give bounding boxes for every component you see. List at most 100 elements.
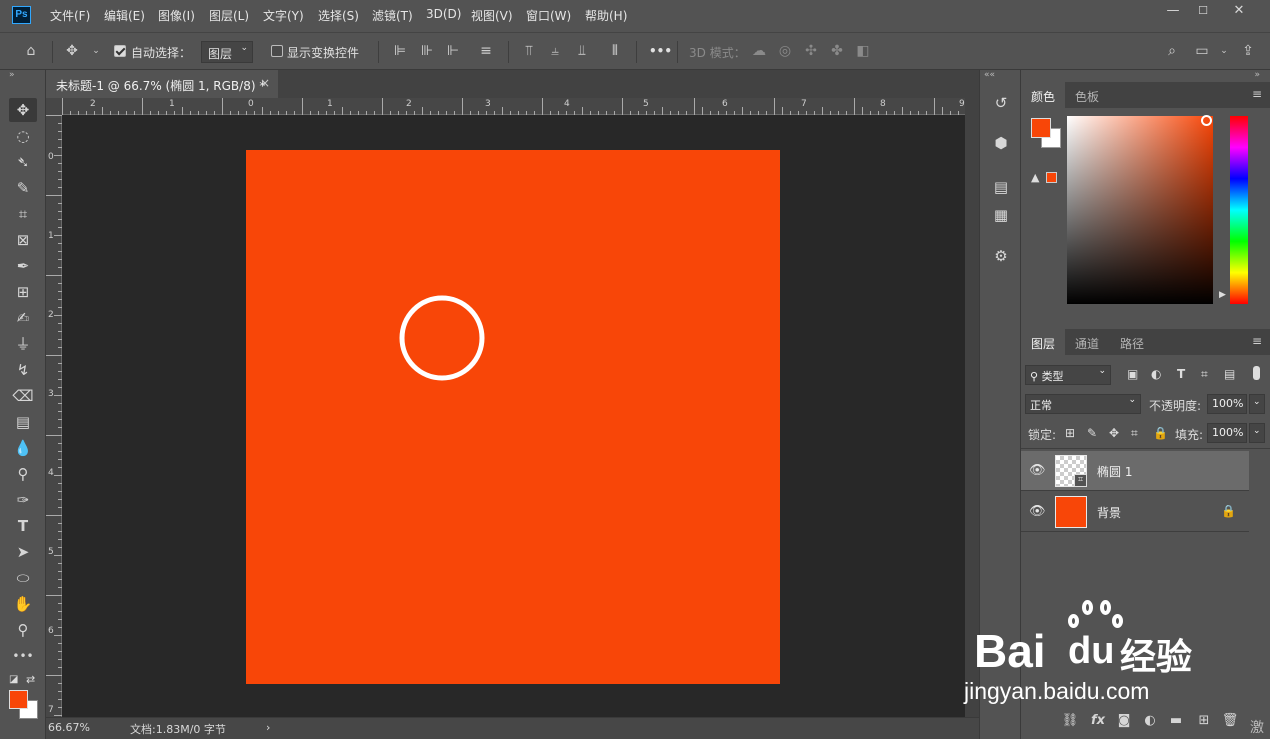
layer-name[interactable]: 背景 (1097, 504, 1121, 521)
menu-view[interactable]: 视图(V) (471, 7, 513, 24)
ellipse-shape[interactable] (399, 295, 485, 381)
blur-tool-icon[interactable]: 💧 (9, 436, 37, 460)
notes-panel-icon[interactable]: ▦ (990, 204, 1012, 226)
layer-row[interactable]: 👁 ⌗ 椭圆 1 (1021, 451, 1249, 491)
paths-panel-icon[interactable]: ⚙ (990, 245, 1012, 267)
lock-all-icon[interactable]: 🔒 (1153, 426, 1168, 440)
healing-brush-tool-icon[interactable]: ⊞ (9, 280, 37, 304)
menu-type[interactable]: 文字(Y) (263, 7, 304, 24)
menu-help[interactable]: 帮助(H) (585, 7, 627, 24)
collapse-icon[interactable]: » (9, 70, 15, 80)
opacity-dropdown-icon[interactable]: ⌄ (1249, 394, 1265, 414)
folder-icon[interactable]: ▬ (1167, 712, 1185, 730)
auto-select-target-dropdown[interactable]: 图层 ⌄ (201, 41, 253, 63)
brush-tool-icon[interactable]: ✍ (9, 306, 37, 330)
document-tab[interactable]: 未标题-1 @ 66.7% (椭圆 1, RGB/8) * (46, 70, 278, 98)
properties-panel-icon[interactable]: ▤ (990, 176, 1012, 198)
trash-icon[interactable]: 🗑 (1221, 712, 1239, 730)
home-icon[interactable]: ⌂ (22, 42, 40, 60)
3d-panel-icon[interactable]: ⬢ (990, 132, 1012, 154)
history-brush-tool-icon[interactable]: ↯ (9, 358, 37, 382)
align-top-icon[interactable]: ⫪ (520, 42, 538, 60)
lock-position-icon[interactable]: ✥ (1109, 426, 1119, 440)
zoom-level[interactable]: 66.67% (48, 721, 90, 734)
eraser-tool-icon[interactable]: ⌫ (9, 384, 37, 408)
search-icon[interactable]: ⌕ (1163, 42, 1181, 60)
chevron-down-icon[interactable]: ⌄ (1215, 42, 1233, 60)
distribute-icon[interactable]: ≡ (477, 42, 495, 60)
menu-layer[interactable]: 图层(L) (209, 7, 249, 24)
show-transform-checkbox[interactable] (271, 45, 283, 57)
eyedropper-tool-icon[interactable]: ✒ (9, 254, 37, 278)
pen-tool-icon[interactable]: ✑ (9, 488, 37, 512)
marquee-tool-icon[interactable]: ◌ (9, 124, 37, 148)
zoom-tool-icon[interactable]: ⚲ (9, 618, 37, 642)
menu-window[interactable]: 窗口(W) (526, 7, 571, 24)
filter-pixel-icon[interactable]: ▣ (1127, 367, 1138, 381)
layer-name[interactable]: 椭圆 1 (1097, 463, 1132, 480)
filter-shape-icon[interactable]: ⌗ (1201, 367, 1208, 382)
close-button[interactable]: ✕ (1226, 2, 1252, 20)
menu-filter[interactable]: 滤镜(T) (372, 7, 413, 24)
align-right-icon[interactable]: ⊩ (444, 42, 462, 60)
align-left-icon[interactable]: ⊫ (391, 42, 409, 60)
new-layer-icon[interactable]: ⊞ (1195, 712, 1213, 730)
align-center-icon[interactable]: ⊪ (418, 42, 436, 60)
workspace-icon[interactable]: ▭ (1193, 42, 1211, 60)
history-panel-icon[interactable]: ↺ (990, 92, 1012, 114)
move-tool-icon[interactable]: ✥ (9, 98, 37, 122)
visibility-eye-icon[interactable]: 👁 (1029, 504, 1046, 519)
mask-icon[interactable]: ◙ (1115, 712, 1133, 730)
pasteboard[interactable] (62, 115, 965, 717)
link-icon[interactable]: ⛓ (1061, 712, 1079, 730)
move-tool-icon[interactable]: ✥ (63, 42, 81, 60)
tab-color[interactable]: 颜色 (1021, 82, 1066, 108)
stamp-tool-icon[interactable]: ⏚ (9, 332, 37, 356)
hue-slider-handle[interactable]: ▶ (1219, 290, 1226, 300)
crop-tool-icon[interactable]: ⌗ (9, 202, 37, 226)
foreground-color-swatch[interactable] (9, 690, 28, 709)
foreground-color-swatch[interactable] (1031, 118, 1051, 138)
visibility-eye-icon[interactable]: 👁 (1029, 463, 1046, 478)
fill-dropdown-icon[interactable]: ⌄ (1249, 423, 1265, 443)
status-menu-arrow-icon[interactable]: › (266, 721, 270, 734)
distribute-vertical-icon[interactable]: ⦀ (606, 42, 624, 60)
tab-paths[interactable]: 路径 (1110, 329, 1154, 355)
gamut-color-swatch[interactable] (1046, 172, 1057, 183)
expand-icon[interactable]: » (1254, 70, 1260, 80)
dodge-tool-icon[interactable]: ⚲ (9, 462, 37, 486)
auto-select-checkbox[interactable] (114, 45, 126, 57)
collapse-icon[interactable]: «« (984, 70, 995, 80)
color-picker-handle[interactable] (1201, 115, 1212, 126)
quick-select-tool-icon[interactable]: ✎ (9, 176, 37, 200)
tab-swatches[interactable]: 色板 (1065, 82, 1109, 108)
hand-tool-icon[interactable]: ✋ (9, 592, 37, 616)
fill-input[interactable]: 100% (1207, 423, 1247, 443)
default-colors-icon[interactable]: ◪ (9, 674, 18, 685)
align-middle-icon[interactable]: ⫨ (546, 42, 564, 60)
close-tab-icon[interactable]: × (260, 76, 270, 90)
menu-file[interactable]: 文件(F) (50, 7, 90, 24)
color-field[interactable] (1067, 115, 1213, 304)
document-canvas[interactable] (246, 150, 780, 684)
gradient-tool-icon[interactable]: ▤ (9, 410, 37, 434)
frame-tool-icon[interactable]: ⊠ (9, 228, 37, 252)
chevron-down-icon[interactable]: ⌄ (87, 42, 105, 60)
fx-icon[interactable]: fx (1089, 712, 1107, 730)
filter-toggle[interactable] (1253, 366, 1260, 380)
layer-filter-dropdown[interactable]: ⚲ 类型 ⌄ (1025, 365, 1111, 385)
maximize-button[interactable]: ☐ (1190, 2, 1216, 20)
layer-row[interactable]: 👁 背景 🔒 (1021, 492, 1249, 532)
filter-smart-object-icon[interactable]: ▤ (1224, 367, 1235, 381)
panel-menu-icon[interactable]: ≡ (1252, 87, 1262, 101)
panel-menu-icon[interactable]: ≡ (1252, 334, 1262, 348)
align-bottom-icon[interactable]: ⫫ (573, 42, 591, 60)
lock-image-icon[interactable]: ✎ (1087, 426, 1097, 440)
menu-image[interactable]: 图像(I) (158, 7, 195, 24)
lock-artboard-icon[interactable]: ⌗ (1131, 426, 1138, 441)
share-icon[interactable]: ⇪ (1239, 42, 1257, 60)
filter-adjustment-icon[interactable]: ◐ (1151, 367, 1161, 381)
swap-colors-icon[interactable]: ⇄ (26, 673, 35, 686)
minimize-button[interactable]: — (1160, 2, 1186, 20)
opacity-input[interactable]: 100% (1207, 394, 1247, 414)
